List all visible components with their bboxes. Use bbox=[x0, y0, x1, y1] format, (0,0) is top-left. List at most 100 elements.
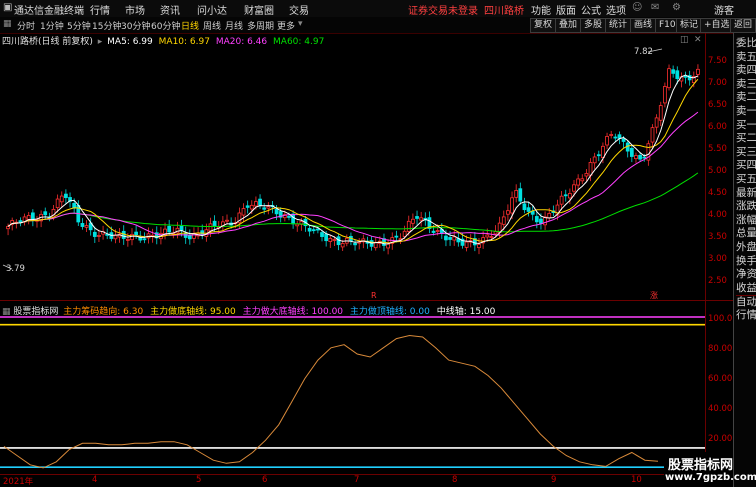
tab-30min[interactable]: 30分钟 bbox=[121, 19, 150, 32]
candle bbox=[510, 197, 514, 214]
login-notice[interactable]: 证券交易未登录 bbox=[408, 2, 478, 17]
user-guest[interactable]: 游客 bbox=[714, 2, 734, 17]
indicator-y-tick: 40.00 bbox=[708, 404, 733, 414]
sidebar-item[interactable]: 自动 bbox=[736, 295, 756, 310]
candle bbox=[534, 216, 539, 223]
menu-function[interactable]: 功能 bbox=[531, 2, 551, 17]
sidebar-item: 委比 bbox=[736, 37, 756, 49]
low-label: 3.79 bbox=[6, 264, 25, 274]
candle bbox=[584, 173, 589, 177]
candle bbox=[559, 195, 564, 205]
tab-more[interactable]: 更多 bbox=[277, 19, 295, 32]
sidebar-item: 买一 bbox=[736, 118, 756, 131]
tab-daily[interactable]: 日线 bbox=[181, 19, 199, 32]
candle bbox=[572, 184, 576, 192]
menu-bar: ▣ 通达信金融终端 行情 市场 资讯 问小达 财富圈 交易 证券交易未登录 四川… bbox=[0, 0, 756, 18]
price-chart[interactable]: 7.82 3.79 R 涨 bbox=[0, 33, 705, 300]
sidebar-item: 换手 bbox=[736, 254, 756, 267]
tab-1min[interactable]: 1分钟 bbox=[40, 19, 64, 32]
tab-15min[interactable]: 15分钟 bbox=[92, 19, 121, 32]
watermark-url: www.7gpzb.com bbox=[665, 472, 756, 483]
candle bbox=[241, 208, 246, 216]
menu-options[interactable]: 选项 bbox=[606, 2, 626, 17]
candle bbox=[667, 68, 671, 89]
menu-news[interactable]: 资讯 bbox=[160, 2, 180, 17]
candle bbox=[605, 136, 609, 146]
settings-icon[interactable]: ⚙ bbox=[672, 2, 681, 13]
adjust-button[interactable]: 复权 bbox=[530, 18, 557, 33]
mail-icon[interactable]: ✉ bbox=[651, 2, 659, 13]
chevron-down-icon[interactable]: ▾ bbox=[298, 19, 303, 29]
candle bbox=[621, 138, 626, 142]
candle bbox=[435, 230, 440, 232]
candle bbox=[609, 134, 614, 136]
app-logo-icon: ▣ bbox=[3, 2, 13, 13]
back-button[interactable]: 返回 bbox=[730, 18, 756, 33]
period-toolbar: ▦ 分时 1分钟 5分钟 15分钟 30分钟 60分钟 日线 周线 月线 多周期… bbox=[0, 17, 756, 34]
candle bbox=[328, 238, 333, 242]
candle bbox=[274, 208, 279, 215]
candle bbox=[493, 231, 498, 235]
sidebar-item: 最新 bbox=[736, 186, 756, 199]
candle bbox=[55, 198, 60, 209]
stock-name-top: 四川路桥 bbox=[484, 6, 524, 17]
candle bbox=[501, 216, 506, 225]
candle bbox=[576, 178, 581, 186]
tab-multi-period[interactable]: 多周期 bbox=[247, 19, 274, 32]
ma60-line bbox=[7, 172, 699, 233]
indicator-chart[interactable] bbox=[0, 301, 705, 474]
candle bbox=[526, 207, 531, 212]
menu-formula[interactable]: 公式 bbox=[581, 2, 601, 17]
sidebar-item: 买五 bbox=[736, 173, 756, 185]
candle bbox=[84, 225, 89, 228]
y-tick: 6.50 bbox=[708, 100, 727, 110]
candle bbox=[266, 206, 271, 209]
axis-divider bbox=[705, 33, 706, 475]
candle bbox=[477, 244, 481, 249]
event-marker-r[interactable]: R bbox=[371, 291, 377, 300]
tab-5min[interactable]: 5分钟 bbox=[67, 19, 91, 32]
sidebar-item[interactable]: 行情 bbox=[736, 309, 756, 323]
candle bbox=[411, 218, 415, 224]
x-label: 2021年 bbox=[3, 477, 34, 487]
menu-quotes[interactable]: 行情 bbox=[90, 2, 110, 17]
menu-ask[interactable]: 问小达 bbox=[197, 2, 227, 17]
menu-layout[interactable]: 版面 bbox=[556, 2, 576, 17]
candle bbox=[394, 235, 399, 238]
menu-trade[interactable]: 交易 bbox=[289, 2, 309, 17]
tab-60min[interactable]: 60分钟 bbox=[151, 19, 180, 32]
indicator-y-tick: 80.00 bbox=[708, 344, 733, 354]
candle bbox=[307, 228, 312, 232]
candle bbox=[311, 229, 316, 232]
draw-button[interactable]: 画线 bbox=[630, 18, 657, 33]
tab-monthly[interactable]: 月线 bbox=[225, 19, 243, 32]
candle bbox=[568, 193, 572, 199]
sidebar-item: 卖三 bbox=[736, 77, 756, 90]
event-marker-zhang[interactable]: 涨 bbox=[650, 290, 658, 300]
candle bbox=[208, 223, 213, 232]
candle bbox=[448, 237, 452, 240]
menu-market[interactable]: 市场 bbox=[125, 2, 145, 17]
overlay-button[interactable]: 叠加 bbox=[555, 18, 582, 33]
user-icon[interactable]: ☺ bbox=[632, 2, 642, 13]
add-favorite-button[interactable]: +自选 bbox=[700, 18, 734, 33]
tab-intraday[interactable]: 分时 bbox=[17, 19, 35, 32]
candle bbox=[452, 236, 457, 241]
candle bbox=[654, 117, 659, 128]
candle bbox=[592, 156, 597, 164]
sidebar-item: 涨幅 bbox=[736, 213, 756, 226]
candle bbox=[580, 178, 585, 182]
candle bbox=[613, 136, 618, 139]
mark-button[interactable]: 标记 bbox=[676, 18, 703, 33]
candle bbox=[353, 242, 357, 246]
sidebar-item: 买二 bbox=[736, 132, 756, 145]
candle bbox=[485, 234, 490, 238]
y-tick: 7.00 bbox=[708, 78, 727, 88]
stats-button[interactable]: 统计 bbox=[605, 18, 632, 33]
tab-weekly[interactable]: 周线 bbox=[203, 19, 221, 32]
multi-stock-button[interactable]: 多股 bbox=[580, 18, 607, 33]
candle bbox=[406, 220, 411, 232]
menu-wealth[interactable]: 财富圈 bbox=[244, 2, 274, 17]
candle bbox=[629, 147, 634, 157]
grid-icon[interactable]: ▦ bbox=[3, 19, 12, 29]
